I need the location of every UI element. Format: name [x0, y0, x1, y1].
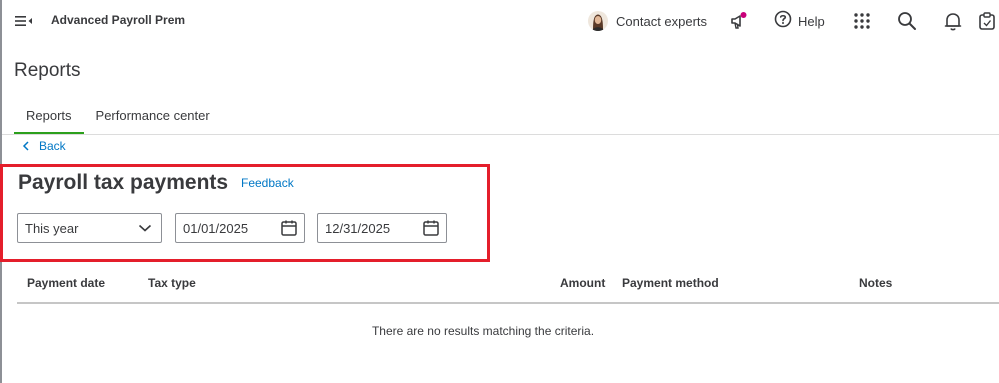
top-bar: Advanced Payroll Prem Contact experts He… — [2, 0, 999, 42]
empty-results-message: There are no results matching the criter… — [371, 324, 595, 338]
period-dropdown[interactable]: This year — [17, 213, 162, 243]
tab-performance-center[interactable]: Performance center — [84, 104, 222, 135]
column-payment-date[interactable]: Payment date — [27, 276, 105, 290]
clipboard-icon[interactable] — [977, 10, 997, 32]
feedback-link[interactable]: Feedback — [241, 176, 294, 190]
start-date-value: 01/01/2025 — [183, 220, 249, 236]
page-title: Reports — [14, 60, 81, 81]
tab-bar: Reports Performance center — [14, 104, 222, 135]
back-link[interactable]: Back — [22, 139, 66, 153]
app-title: Advanced Payroll Prem — [51, 13, 186, 27]
tab-reports[interactable]: Reports — [14, 104, 84, 135]
column-amount[interactable]: Amount — [560, 276, 605, 290]
avatar — [588, 11, 608, 31]
report-title: Payroll tax payments — [18, 171, 229, 194]
table-header: Payment date Tax type Amount Payment met… — [17, 268, 999, 304]
chevron-left-icon — [22, 141, 29, 151]
column-payment-method[interactable]: Payment method — [622, 276, 719, 290]
search-icon[interactable] — [896, 10, 918, 32]
tab-divider — [2, 134, 999, 135]
help-button[interactable]: Help — [774, 10, 825, 33]
end-date-value: 12/31/2025 — [325, 220, 391, 236]
help-label: Help — [798, 14, 825, 29]
menu-icon[interactable] — [14, 13, 34, 29]
chevron-down-icon — [138, 224, 152, 232]
contact-experts-label: Contact experts — [616, 13, 708, 29]
column-tax-type[interactable]: Tax type — [148, 276, 196, 290]
help-icon — [774, 10, 792, 33]
calendar-icon[interactable] — [422, 219, 440, 237]
contact-experts-button[interactable]: Contact experts — [588, 10, 707, 32]
start-date-field[interactable]: 01/01/2025 — [175, 213, 305, 243]
column-notes[interactable]: Notes — [859, 276, 892, 290]
back-label: Back — [39, 139, 66, 153]
bell-icon[interactable] — [942, 10, 964, 32]
announcement-icon[interactable] — [728, 10, 750, 32]
period-value: This year — [25, 220, 79, 236]
calendar-icon[interactable] — [280, 219, 298, 237]
end-date-field[interactable]: 12/31/2025 — [317, 213, 447, 243]
apps-grid-icon[interactable] — [851, 10, 873, 32]
